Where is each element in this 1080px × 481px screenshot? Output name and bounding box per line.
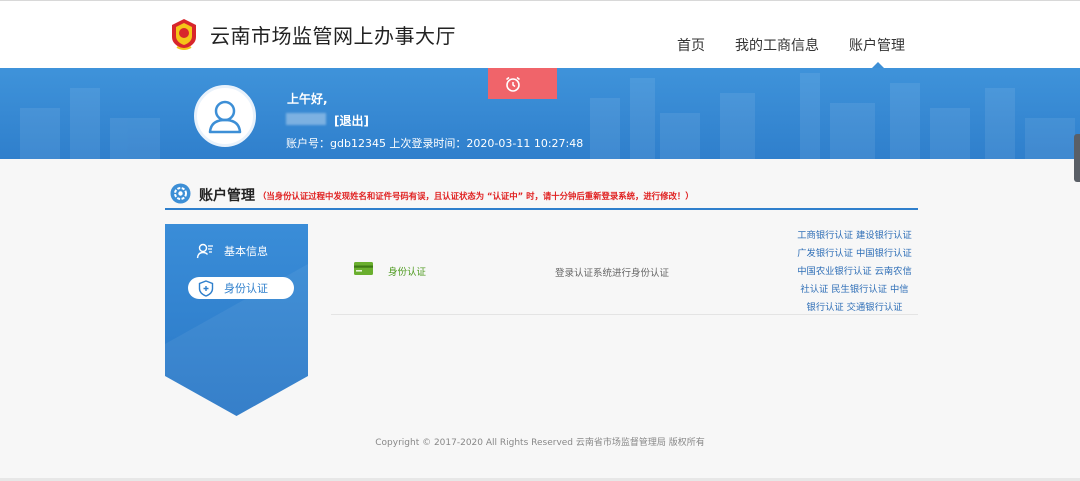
alarm-clock-icon [505,76,520,92]
menu-item-basic-info-label: 基本信息 [224,245,268,258]
user-avatar-icon [208,100,242,134]
user-banner: 上午好, [退出] 账户号：gdb12345 上次登录时间：2020-03-11… [0,68,1080,159]
avatar [194,85,256,147]
bank-auth-links: 工商银行认证 建设银行认证 广发银行认证 中国银行认证 中国农业银行认证 云南农… [782,227,927,317]
section-title: 账户管理 [199,188,255,204]
gear-icon [170,183,191,204]
bank-auth-link-line-4[interactable]: 社认证 民生银行认证 中信 [782,281,927,299]
menu-item-basic-info[interactable]: 基本信息 [196,240,296,262]
side-scroll-handle[interactable] [1074,134,1080,182]
bank-auth-link-line-1[interactable]: 工商银行认证 建设银行认证 [782,227,927,245]
redacted-username [286,113,326,125]
nav-account-management[interactable]: 账户管理 [849,35,905,55]
top-header: 云南市场监管网上办事大厅 首页 我的工商信息 账户管理 [0,0,1080,69]
menu-item-identity-auth-label: 身份认证 [224,282,268,295]
bank-auth-link-line-2[interactable]: 广发银行认证 中国银行认证 [782,245,927,263]
user-info-icon [196,243,213,259]
bank-auth-link-line-3[interactable]: 中国农业银行认证 云南农信 [782,263,927,281]
site-title: 云南市场监管网上办事大厅 [210,24,456,48]
identity-auth-link[interactable]: 身份认证 [388,264,426,278]
identity-auth-description: 登录认证系统进行身份认证 [555,268,670,279]
logo-emblem-icon [172,19,196,50]
nav-home[interactable]: 首页 [677,35,705,55]
section-divider [165,208,918,210]
content-row-divider [331,314,918,315]
greeting-text: 上午好, [287,92,328,106]
shield-icon [198,279,214,297]
id-card-icon [354,262,373,275]
logout-link[interactable]: [退出] [334,112,369,129]
footer-copyright: Copyright © 2017-2020 All Rights Reserve… [375,438,705,448]
account-info-line: 账户号：gdb12345 上次登录时间：2020-03-11 10:27:48 [286,137,584,150]
section-warning-note: （当身份认证过程中发现姓名和证件号码有误，且认证状态为 “认证中” 时，请十分钟… [258,191,694,201]
nav-my-business-info[interactable]: 我的工商信息 [735,35,819,55]
menu-item-identity-auth[interactable]: 身份认证 [188,277,294,299]
alarm-button[interactable] [488,68,557,99]
